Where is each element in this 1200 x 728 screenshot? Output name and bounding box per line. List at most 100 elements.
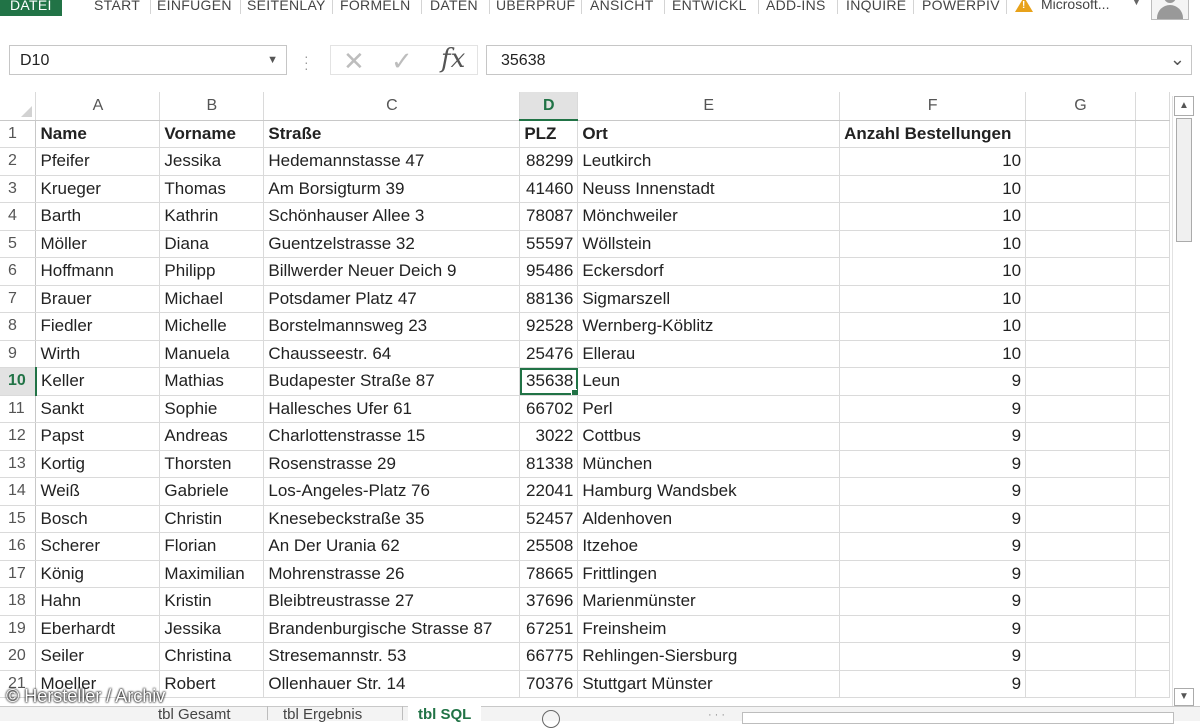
cell-a10[interactable]: Keller xyxy=(35,367,161,396)
cell-g7[interactable] xyxy=(1025,285,1136,313)
cell-f11[interactable]: 9 xyxy=(839,395,1027,423)
tab-powerpivot[interactable]: POWERPIV xyxy=(922,0,1000,16)
cell-f8[interactable]: 10 xyxy=(839,312,1027,341)
cell-d18[interactable]: 37696 xyxy=(519,587,579,616)
cell-e7[interactable]: Sigmarszell xyxy=(577,285,841,313)
cell-b1[interactable]: Vorname xyxy=(159,120,265,148)
cell-b14[interactable]: Gabriele xyxy=(159,477,265,506)
cell-d11[interactable]: 66702 xyxy=(519,395,579,423)
cell-h18[interactable] xyxy=(1135,587,1170,616)
cell-c8[interactable]: Borstelmannsweg 23 xyxy=(263,312,521,341)
column-header-a[interactable]: A xyxy=(35,92,161,121)
cell-h21[interactable] xyxy=(1135,670,1170,698)
cell-g4[interactable] xyxy=(1025,202,1136,231)
cell-h10[interactable] xyxy=(1135,367,1170,396)
row-header[interactable]: 4 xyxy=(0,202,37,231)
cell-b13[interactable]: Thorsten xyxy=(159,450,265,478)
cell-c15[interactable]: Knesebeckstraße 35 xyxy=(263,505,521,533)
formula-input[interactable]: 35638 ⌄ xyxy=(486,45,1192,75)
column-header-f[interactable]: F xyxy=(839,92,1027,121)
row-header[interactable]: 8 xyxy=(0,312,37,341)
cell-e3[interactable]: Neuss Innenstadt xyxy=(577,175,841,203)
cell-g3[interactable] xyxy=(1025,175,1136,203)
cell-b20[interactable]: Christina xyxy=(159,642,265,671)
cell-c6[interactable]: Billwerder Neuer Deich 9 xyxy=(263,257,521,286)
tab-daten[interactable]: DATEN xyxy=(430,0,478,16)
cell-g8[interactable] xyxy=(1025,312,1136,341)
cell-h17[interactable] xyxy=(1135,560,1170,588)
cell-c20[interactable]: Stresemannstr. 53 xyxy=(263,642,521,671)
chevron-down-icon[interactable]: ▼ xyxy=(1132,0,1141,7)
column-header-h[interactable] xyxy=(1135,92,1170,121)
cell-f12[interactable]: 9 xyxy=(839,422,1027,451)
cell-b4[interactable]: Kathrin xyxy=(159,202,265,231)
row-header[interactable]: 13 xyxy=(0,450,37,478)
confirm-icon[interactable]: ✓ xyxy=(391,48,413,74)
row-header[interactable]: 19 xyxy=(0,615,37,643)
cell-d4[interactable]: 78087 xyxy=(519,202,579,231)
tab-formeln[interactable]: FORMELN xyxy=(340,0,411,16)
scroll-up-icon[interactable]: ▲ xyxy=(1174,96,1194,116)
row-header[interactable]: 7 xyxy=(0,285,37,313)
cell-d5[interactable]: 55597 xyxy=(519,230,579,258)
cell-f7[interactable]: 10 xyxy=(839,285,1027,313)
cell-f20[interactable]: 9 xyxy=(839,642,1027,671)
cell-c10[interactable]: Budapester Straße 87 xyxy=(263,367,521,396)
cell-f15[interactable]: 9 xyxy=(839,505,1027,533)
cell-b5[interactable]: Diana xyxy=(159,230,265,258)
cell-h16[interactable] xyxy=(1135,532,1170,561)
cell-h11[interactable] xyxy=(1135,395,1170,423)
more-icon[interactable]: ··· xyxy=(708,709,728,721)
cell-g10[interactable] xyxy=(1025,367,1136,396)
cell-e8[interactable]: Wernberg-Köblitz xyxy=(577,312,841,341)
cell-h9[interactable] xyxy=(1135,340,1170,368)
cell-a11[interactable]: Sankt xyxy=(35,395,161,423)
cell-a1[interactable]: Name xyxy=(35,120,161,148)
cell-e13[interactable]: München xyxy=(577,450,841,478)
cell-d17[interactable]: 78665 xyxy=(519,560,579,588)
tab-seitenlayout[interactable]: SEITENLAY xyxy=(247,0,326,16)
cell-c9[interactable]: Chausseestr. 64 xyxy=(263,340,521,368)
cell-h12[interactable] xyxy=(1135,422,1170,451)
cell-e20[interactable]: Rehlingen-Siersburg xyxy=(577,642,841,671)
cell-b18[interactable]: Kristin xyxy=(159,587,265,616)
fill-handle[interactable] xyxy=(571,388,577,395)
cell-e5[interactable]: Wöllstein xyxy=(577,230,841,258)
cell-b6[interactable]: Philipp xyxy=(159,257,265,286)
cell-a9[interactable]: Wirth xyxy=(35,340,161,368)
cell-b21[interactable]: Robert xyxy=(159,670,265,698)
tab-add-ins[interactable]: ADD-INS xyxy=(766,0,826,16)
cell-f18[interactable]: 9 xyxy=(839,587,1027,616)
cell-e16[interactable]: Itzehoe xyxy=(577,532,841,561)
drag-handle-icon[interactable]: · · · xyxy=(304,49,309,75)
cell-e6[interactable]: Eckersdorf xyxy=(577,257,841,286)
cell-e17[interactable]: Frittlingen xyxy=(577,560,841,588)
cell-f13[interactable]: 9 xyxy=(839,450,1027,478)
cell-f3[interactable]: 10 xyxy=(839,175,1027,203)
cell-a16[interactable]: Scherer xyxy=(35,532,161,561)
cell-h4[interactable] xyxy=(1135,202,1170,231)
cell-g13[interactable] xyxy=(1025,450,1136,478)
cell-c1[interactable]: Straße xyxy=(263,120,521,148)
cell-f1[interactable]: Anzahl Bestellungen xyxy=(839,120,1027,148)
cell-c2[interactable]: Hedemannstasse 47 xyxy=(263,147,521,176)
expand-formula-icon[interactable]: ⌄ xyxy=(1170,49,1185,70)
row-header[interactable]: 1 xyxy=(0,120,37,148)
cell-f5[interactable]: 10 xyxy=(839,230,1027,258)
cell-f2[interactable]: 10 xyxy=(839,147,1027,176)
cell-g9[interactable] xyxy=(1025,340,1136,368)
cell-h8[interactable] xyxy=(1135,312,1170,341)
cell-f14[interactable]: 9 xyxy=(839,477,1027,506)
horizontal-scrollbar[interactable] xyxy=(742,712,1174,724)
cell-c21[interactable]: Ollenhauer Str. 14 xyxy=(263,670,521,698)
cell-c11[interactable]: Hallesches Ufer 61 xyxy=(263,395,521,423)
cell-e15[interactable]: Aldenhoven xyxy=(577,505,841,533)
name-box[interactable]: D10 ▼ xyxy=(9,45,287,75)
cell-a2[interactable]: Pfeifer xyxy=(35,147,161,176)
cell-a13[interactable]: Kortig xyxy=(35,450,161,478)
row-header[interactable]: 3 xyxy=(0,175,37,203)
scroll-thumb[interactable] xyxy=(1176,118,1192,242)
cell-a18[interactable]: Hahn xyxy=(35,587,161,616)
cell-a14[interactable]: Weiß xyxy=(35,477,161,506)
cell-a8[interactable]: Fiedler xyxy=(35,312,161,341)
